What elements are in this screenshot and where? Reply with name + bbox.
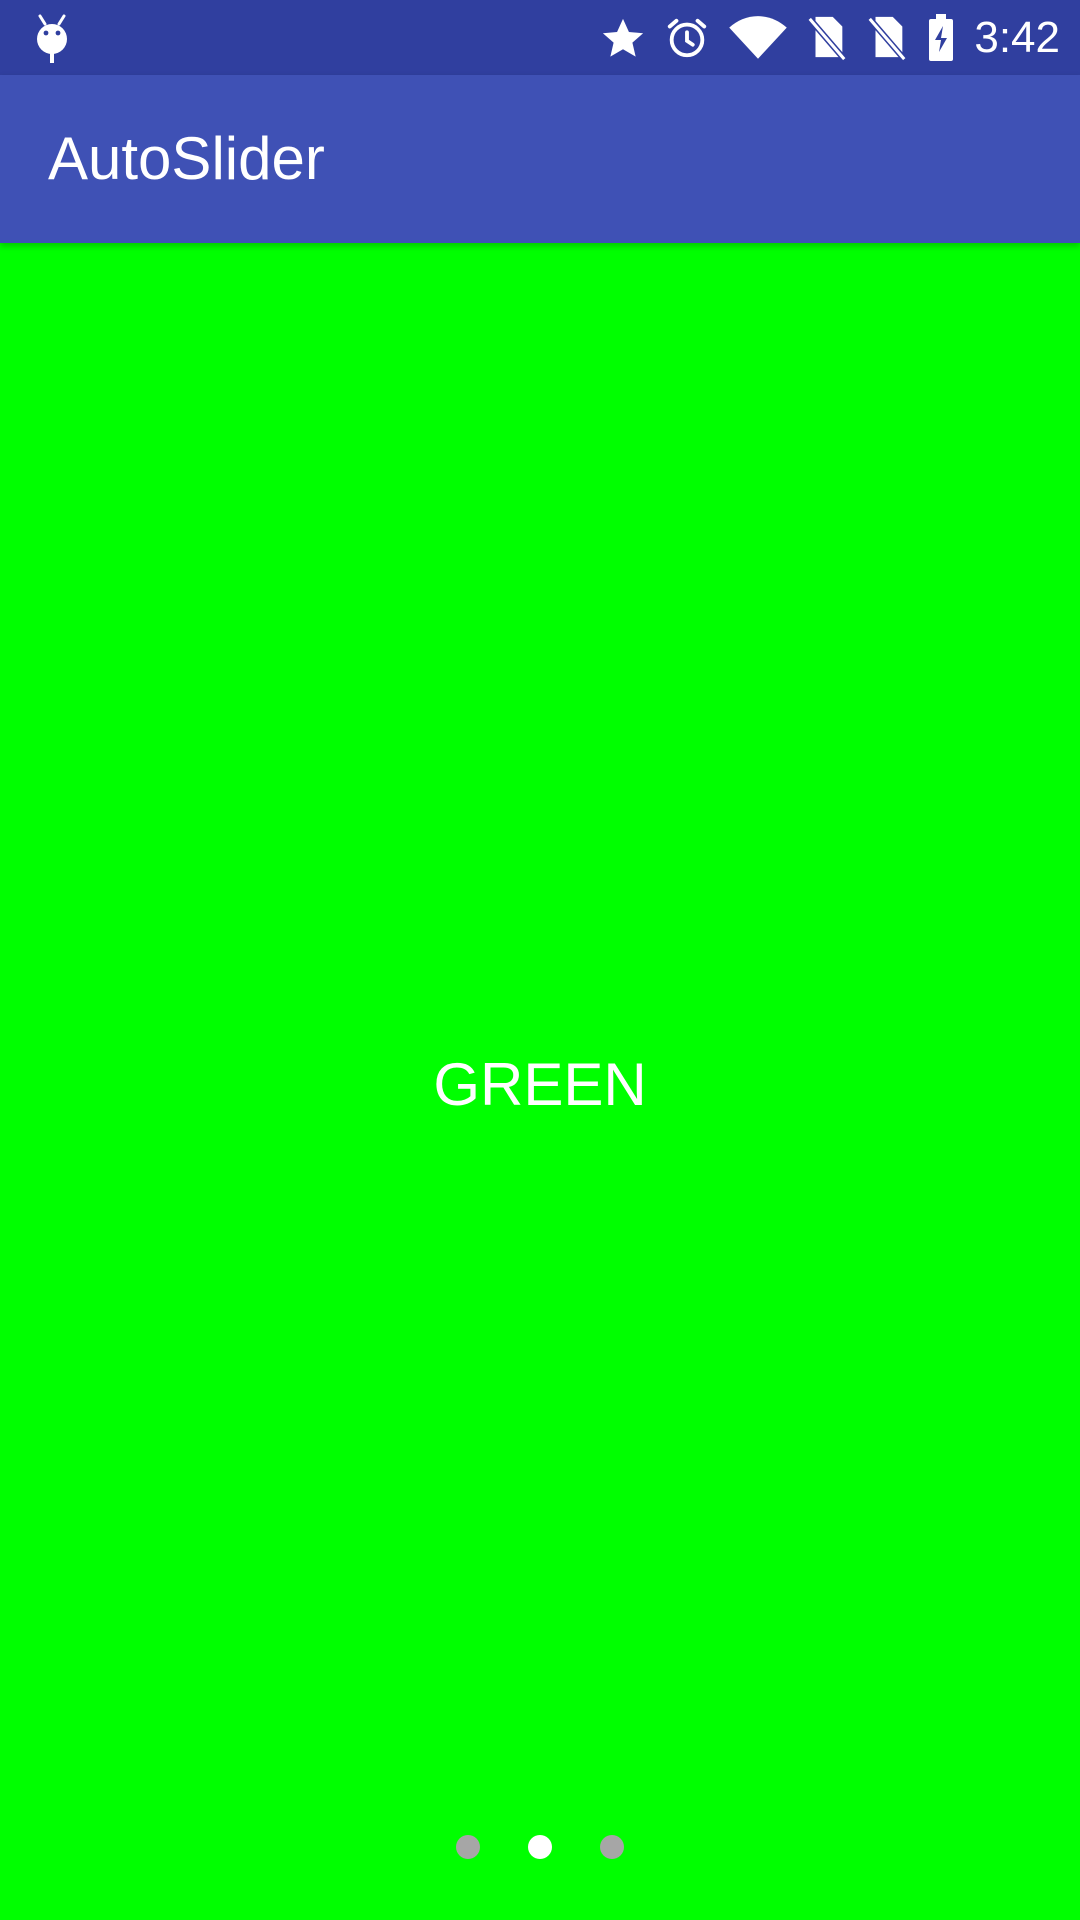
no-sim-icon — [866, 15, 908, 61]
battery-charging-icon — [926, 13, 956, 62]
wifi-icon — [728, 15, 788, 61]
android-debug-icon — [34, 13, 70, 63]
alarm-icon — [664, 15, 710, 61]
app-bar: AutoSlider — [0, 75, 1080, 243]
page-indicator — [0, 1835, 1080, 1859]
page-indicator-dot[interactable] — [456, 1835, 480, 1859]
app-title: AutoSlider — [48, 125, 325, 192]
slide-label: GREEN — [433, 1051, 647, 1118]
status-bar: 3:42 — [0, 0, 1080, 75]
image-slider[interactable]: GREEN — [0, 243, 1080, 1920]
status-time: 3:42 — [974, 12, 1060, 62]
no-sim-icon — [806, 15, 848, 61]
page-indicator-dot-active[interactable] — [528, 1835, 552, 1859]
star-icon — [600, 15, 646, 61]
page-indicator-dot[interactable] — [600, 1835, 624, 1859]
